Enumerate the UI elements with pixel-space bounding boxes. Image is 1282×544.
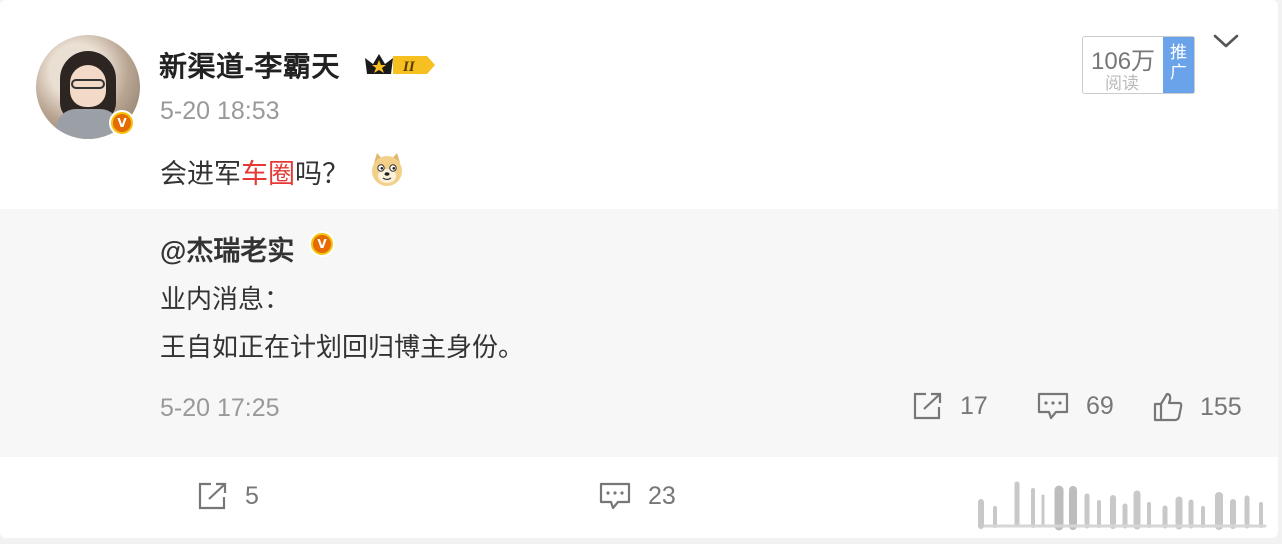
quoted-time[interactable]: 5-20 17:25 xyxy=(160,394,280,423)
post-time[interactable]: 5-20 18:53 xyxy=(160,97,280,126)
thumbs-up-icon xyxy=(1153,392,1183,422)
quoted-author[interactable]: @杰瑞老实 xyxy=(160,229,294,268)
quoted-repost-button[interactable]: 17 xyxy=(912,391,988,421)
quoted-text-line: 业内消息： xyxy=(160,284,291,314)
post-text-before: 会进军 xyxy=(160,159,241,189)
quoted-comment-button[interactable]: 69 xyxy=(1036,391,1114,421)
doge-emoji-icon xyxy=(372,153,402,186)
author-name[interactable]: 新渠道-李霸天 xyxy=(159,45,340,85)
comment-icon xyxy=(1037,392,1069,420)
scribble-overlay xyxy=(978,481,1267,531)
repost-button[interactable]: 5 xyxy=(197,481,259,511)
quoted-verified-badge-icon: V xyxy=(309,231,335,257)
quoted-post[interactable]: @杰瑞老实 V 业内消息： 王自如正在计划回归博主身份。 5-20 17:25 … xyxy=(0,209,1278,457)
share-icon xyxy=(913,392,942,420)
read-label: 阅读 xyxy=(1105,74,1139,93)
repost-count: 5 xyxy=(245,481,259,510)
quoted-like-count: 155 xyxy=(1200,392,1242,421)
post-content: 会进军车圈吗？ xyxy=(160,152,349,191)
quoted-like-button[interactable]: 155 xyxy=(1152,391,1242,423)
topic-link[interactable]: 车圈 xyxy=(241,159,295,189)
chevron-down-icon[interactable] xyxy=(1212,30,1240,52)
share-icon xyxy=(198,482,227,510)
member-crown-icon[interactable]: II xyxy=(363,50,437,80)
comment-button[interactable]: 23 xyxy=(598,481,676,511)
weibo-post-card: V 新渠道-李霸天 II 5-20 18:53 会进军车圈吗？ 106万 阅读 … xyxy=(0,0,1278,538)
quoted-text-line: 王自如正在计划回归博主身份。 xyxy=(160,332,525,362)
promote-button[interactable]: 推广 xyxy=(1163,37,1194,93)
level-label: II xyxy=(402,59,416,75)
avatar-glasses xyxy=(71,79,105,89)
comment-icon xyxy=(599,482,631,510)
post-text-after: 吗？ xyxy=(295,159,349,189)
verified-badge-icon: V xyxy=(109,110,135,136)
read-count-box[interactable]: 106万 阅读 推广 xyxy=(1082,36,1195,94)
comment-count: 23 xyxy=(648,481,676,510)
quoted-repost-count: 17 xyxy=(960,391,988,420)
quoted-comment-count: 69 xyxy=(1086,391,1114,420)
